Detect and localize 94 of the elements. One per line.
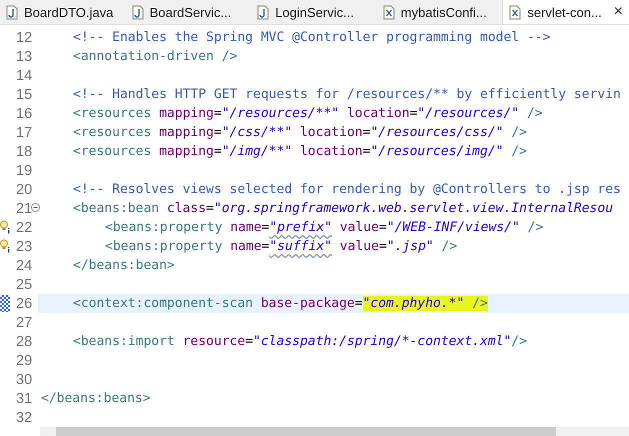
code-token: value <box>340 239 379 254</box>
line-number: 26 <box>16 296 32 312</box>
code-token: = <box>378 220 387 236</box>
code-token: = <box>214 125 222 140</box>
code-token: /> <box>442 239 458 254</box>
xml-file-icon <box>382 4 395 20</box>
line-number: 29 <box>16 352 32 369</box>
code-token: class <box>166 201 206 216</box>
code-token: "org.springframework.web.servlet.view.InternalResou <box>214 201 614 216</box>
code-token: <beans:import <box>73 334 175 350</box>
code-token: = <box>214 106 222 122</box>
code-token: <resources <box>73 125 152 140</box>
java-file-icon <box>132 4 144 20</box>
code-token: "/resources/css/" <box>370 125 504 140</box>
code-token: resource <box>182 334 246 350</box>
horizontal-scrollbar[interactable] <box>40 427 629 436</box>
code-token: /> <box>528 220 544 236</box>
file-tab[interactable]: mybatisConfi... <box>376 0 502 24</box>
line-number: 20 <box>16 182 32 198</box>
code-token: <annotation-driven /> <box>73 49 238 64</box>
line-number: 15 <box>16 86 32 103</box>
code-token: mapping <box>159 125 214 140</box>
code-token: "/resources/**" <box>222 106 340 122</box>
line-number: 21 <box>16 200 32 217</box>
code-token: = <box>362 125 370 140</box>
code-token: "/WEB-INF/views/" <box>386 220 520 236</box>
line-number: 23 <box>16 238 32 255</box>
file-tab[interactable]: BoardServic... <box>126 0 252 24</box>
code-token: = <box>206 201 214 216</box>
code-comment: <!-- Resolves views selected for rendering by @Controllers to .jsp res <box>73 182 621 198</box>
code-token: "classpath:/spring/*-context.xml" <box>253 334 512 350</box>
code-token: = <box>362 144 370 160</box>
code-token: /> <box>511 125 527 140</box>
code-token: <resources <box>73 106 152 122</box>
line-number: 13 <box>16 48 32 65</box>
code-token: location <box>346 106 410 122</box>
close-tab-icon[interactable]: × <box>614 3 623 22</box>
code-token: name <box>230 220 262 236</box>
line-number: 17 <box>16 124 32 141</box>
code-token: location <box>300 144 363 160</box>
line-number: 16 <box>16 106 32 122</box>
code-token: mapping <box>159 144 214 160</box>
xml-file-icon <box>509 4 522 20</box>
code-token: /> <box>511 334 527 350</box>
line-number: 30 <box>16 372 32 388</box>
java-file-icon <box>257 4 270 20</box>
code-token: <beans:property <box>105 239 222 254</box>
code-token: = <box>262 239 270 254</box>
code-token: = <box>245 334 254 350</box>
line-number: 31 <box>16 390 32 407</box>
code-token: <resources <box>73 144 152 160</box>
code-token: <beans:bean <box>73 201 160 216</box>
code-token: location <box>300 125 363 140</box>
line-number: 24 <box>16 258 32 274</box>
code-token: = <box>262 220 270 236</box>
code-token: base-package <box>260 296 355 312</box>
code-token: ".jsp" <box>386 239 434 254</box>
code-token: </beans:bean> <box>73 258 175 274</box>
code-token: "suffix" <box>269 239 332 254</box>
code-token: "/css/**" <box>222 125 292 140</box>
code-token: = <box>410 106 418 122</box>
code-comment: <!-- Handles HTTP GET requests for /resources/** by efficiently servin <box>73 87 621 102</box>
file-tab[interactable]: BoardDTO.java <box>0 0 126 24</box>
code-token: "prefix" <box>269 220 332 236</box>
code-token: <context:component-scan <box>73 296 254 312</box>
code-token: name <box>230 239 262 254</box>
line-number: 22 <box>16 220 32 236</box>
code-token: "/resources/" <box>417 106 520 122</box>
code-token: </beans:beans> <box>41 391 151 406</box>
code-token: /> <box>464 296 488 312</box>
fold-icon[interactable] <box>31 203 40 212</box>
code-token: = <box>354 296 363 312</box>
code-token: = <box>214 144 222 160</box>
line-number: 27 <box>16 314 32 331</box>
code-comment: <!-- Enables the Spring MVC @Controller programming model --> <box>73 30 550 46</box>
file-tab[interactable]: servlet-con... × <box>502 0 629 24</box>
java-file-icon <box>6 4 18 20</box>
code-token: = <box>378 239 387 254</box>
code-token: mapping <box>159 106 214 122</box>
code-token: "com.phyho.*" <box>362 296 464 312</box>
file-tab[interactable]: LoginServic... <box>251 0 377 24</box>
code-token: /> <box>511 144 527 160</box>
line-number: 12 <box>16 30 32 46</box>
line-number: 32 <box>16 410 32 426</box>
line-number: 14 <box>16 68 32 84</box>
line-number: 19 <box>16 162 32 179</box>
line-number: 28 <box>16 334 32 350</box>
code-token: <beans:property <box>105 220 222 236</box>
code-token: "/img/**" <box>222 144 292 160</box>
code-token: value <box>340 220 379 236</box>
code-token: /> <box>526 106 543 122</box>
line-number: 25 <box>16 276 32 293</box>
code-token: "/resources/img/" <box>370 144 504 160</box>
line-number: 18 <box>16 144 32 160</box>
